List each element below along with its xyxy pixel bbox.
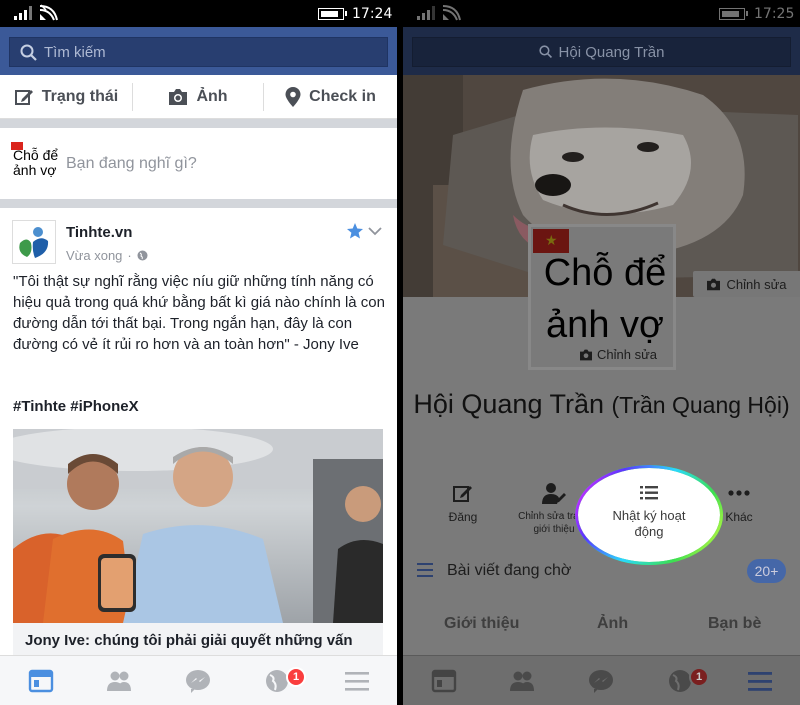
post-meta: Vừa xong · — [66, 248, 148, 263]
search-icon — [20, 44, 37, 61]
friends-icon[interactable] — [106, 669, 132, 693]
search-placeholder: Tìm kiếm — [44, 44, 106, 61]
page-logo[interactable] — [12, 220, 56, 264]
news-feed-icon[interactable] — [28, 669, 54, 693]
profile-name: Hội Quang Trần (Trần Quang Hội) — [403, 387, 800, 422]
top-bar: Tìm kiếm — [0, 27, 397, 75]
section-divider — [0, 199, 397, 208]
wifi-icon — [39, 4, 58, 21]
status-bar: 17:25 — [403, 0, 800, 27]
star-icon[interactable] — [346, 222, 364, 240]
messenger-icon[interactable] — [185, 669, 211, 693]
menu-icon[interactable] — [344, 669, 370, 693]
post-action-label: Đăng — [448, 510, 478, 524]
photo-illustration — [13, 429, 383, 623]
friends-icon[interactable] — [509, 669, 535, 693]
photo-button[interactable]: Ảnh — [133, 75, 263, 119]
camera-icon — [580, 349, 592, 360]
messenger-icon[interactable] — [588, 669, 614, 693]
composer-bar: Trạng thái Ảnh Check in — [0, 75, 397, 119]
tinhte-logo-icon — [19, 227, 49, 258]
avatar-placeholder-text: Chỗ để ảnh vợ — [13, 147, 59, 178]
profile-tabs: Giới thiệu Ảnh Bạn bè — [403, 605, 800, 645]
battery-icon — [719, 8, 748, 20]
chevron-down-icon[interactable] — [368, 224, 382, 238]
hamburger-icon — [417, 563, 433, 577]
camera-icon — [169, 89, 188, 105]
activity-log-label: Nhật ký hoạt động — [612, 508, 686, 539]
left-phone-screen: 17:24 Tìm kiếm Trạng thái Ảnh Check in C… — [0, 0, 397, 705]
status-button[interactable]: Trạng thái — [0, 75, 132, 119]
checkin-button[interactable]: Check in — [264, 75, 397, 119]
bottom-nav: 1 — [403, 655, 800, 705]
wifi-icon — [442, 5, 461, 21]
clock: 17:24 — [352, 6, 393, 22]
pending-posts-row[interactable]: Bài viết đang chờ 20+ — [403, 554, 800, 588]
globe-icon — [137, 250, 148, 261]
signal-icon — [14, 6, 32, 20]
notification-badge: 1 — [689, 667, 709, 687]
edit-avatar-button[interactable]: Chỉnh sửa — [579, 347, 657, 362]
signal-icon — [417, 6, 435, 20]
post-timestamp[interactable]: Vừa xong — [66, 248, 122, 263]
notification-badge: 1 — [286, 667, 306, 687]
news-feed-post: Tinhte.vn Vừa xong · "Tôi thật sự nghĩ r… — [0, 208, 397, 655]
post-hashtags[interactable]: #Tinhte #iPhoneX — [13, 398, 139, 415]
search-query: Hội Quang Trần — [558, 44, 665, 61]
avatar[interactable]: Chỗ để ảnh vợ — [11, 142, 59, 186]
top-bar: Hội Quang Trần — [403, 27, 800, 75]
pending-posts-label: Bài viết đang chờ — [447, 562, 572, 579]
page-name-link[interactable]: Tinhte.vn — [66, 224, 132, 241]
whats-on-your-mind[interactable]: Chỗ để ảnh vợ Bạn đang nghĩ gì? — [0, 128, 397, 199]
right-phone-screen: 17:25 Hội Quang Trần ★ Chỗ để ảnh vợ Chỉ… — [403, 0, 800, 705]
post-text: "Tôi thật sự nghĩ rằng việc níu giữ nhữn… — [13, 273, 385, 353]
screenshot-root: 17:24 Tìm kiếm Trạng thái Ảnh Check in C… — [0, 0, 800, 705]
bottom-nav: 1 — [0, 655, 397, 705]
location-pin-icon — [285, 87, 301, 107]
tab-photos[interactable]: Ảnh — [597, 615, 628, 633]
profile-alternate-name: (Trần Quang Hội) — [611, 392, 790, 418]
tab-friends[interactable]: Bạn bè — [708, 615, 761, 633]
post-prompt[interactable]: Bạn đang nghĩ gì? — [66, 155, 197, 173]
activity-log-button[interactable]: Nhật ký hoạt động — [578, 468, 720, 562]
section-divider — [0, 119, 397, 128]
status-bar: 17:24 — [0, 0, 397, 27]
menu-icon[interactable] — [747, 669, 773, 693]
more-dots-icon — [728, 490, 750, 496]
profile-name-main: Hội Quang Trần — [413, 389, 604, 419]
camera-icon — [707, 278, 721, 290]
edit-cover-label: Chỉnh sửa — [726, 276, 787, 292]
post-photo[interactable] — [13, 429, 383, 623]
news-feed-icon[interactable] — [431, 669, 457, 693]
status-button-label: Trạng thái — [41, 88, 119, 105]
checkin-button-label: Check in — [309, 88, 376, 105]
clock: 17:25 — [754, 6, 795, 22]
avatar-text-line-1: Chỗ để — [543, 252, 667, 294]
user-edit-icon — [542, 483, 566, 504]
edit-cover-button[interactable]: Chỉnh sửa — [693, 271, 800, 297]
pencil-icon — [14, 90, 33, 105]
link-preview-title[interactable]: Jony Ive: chúng tôi phải giải quyết nhữn… — [13, 623, 383, 655]
list-icon — [640, 486, 658, 500]
more-label: Khác — [725, 510, 753, 524]
search-icon — [538, 45, 552, 59]
search-input[interactable]: Hội Quang Trần — [412, 37, 791, 67]
post-action-button[interactable]: Đăng — [443, 478, 483, 524]
edit-avatar-label: Chỉnh sửa — [597, 347, 658, 362]
search-input[interactable]: Tìm kiếm — [9, 37, 388, 67]
tab-about[interactable]: Giới thiệu — [444, 615, 519, 633]
photo-button-label: Ảnh — [196, 88, 228, 105]
pencil-icon — [453, 486, 472, 502]
avatar-text-line-2: ảnh vợ — [546, 304, 664, 346]
pending-count-badge: 20+ — [747, 559, 786, 583]
profile-avatar[interactable]: Chỗ để ảnh vợ Chỉnh sửa — [528, 224, 676, 370]
battery-icon — [318, 8, 347, 20]
